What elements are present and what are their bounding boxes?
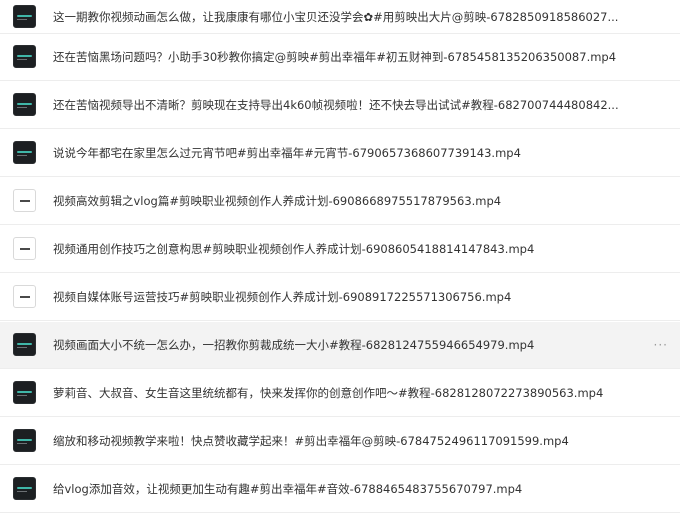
video-thumbnail — [13, 93, 36, 116]
file-row[interactable]: 这一期教你视频动画怎么做，让我康康有哪位小宝贝还没学会✿#用剪映出大片@剪映-6… — [0, 0, 680, 34]
file-name: 视频画面大小不统一怎么办，一招教你剪裁成统一大小#教程-682812475594… — [53, 338, 535, 352]
file-name: 这一期教你视频动画怎么做，让我康康有哪位小宝贝还没学会✿#用剪映出大片@剪映-6… — [53, 9, 619, 24]
file-row[interactable]: 说说今年都宅在家里怎么过元宵节吧#剪出幸福年#元宵节-6790657368607… — [0, 130, 680, 177]
file-name: 萝莉音、大叔音、女生音这里统统都有，快来发挥你的创意创作吧～#教程-682812… — [53, 386, 604, 400]
file-name: 还在苦恼黑场问题吗？小助手30秒教你搞定@剪映#剪出幸福年#初五财神到-6785… — [53, 50, 617, 64]
file-row[interactable]: 给vlog添加音效，让视频更加生动有趣#剪出幸福年#音效-67884654837… — [0, 466, 680, 513]
file-row[interactable]: 视频画面大小不统一怎么办，一招教你剪裁成统一大小#教程-682812475594… — [0, 322, 680, 369]
video-thumbnail — [13, 285, 36, 308]
video-thumbnail — [13, 333, 36, 356]
file-name: 缩放和移动视频教学来啦！快点赞收藏学起来！#剪出幸福年@剪映-678475249… — [53, 434, 569, 448]
video-thumbnail — [13, 189, 36, 212]
file-row[interactable]: 缩放和移动视频教学来啦！快点赞收藏学起来！#剪出幸福年@剪映-678475249… — [0, 418, 680, 465]
file-name: 说说今年都宅在家里怎么过元宵节吧#剪出幸福年#元宵节-6790657368607… — [53, 146, 521, 160]
more-options-icon[interactable]: ··· — [654, 338, 668, 352]
file-name: 给vlog添加音效，让视频更加生动有趣#剪出幸福年#音效-67884654837… — [53, 482, 523, 496]
file-name: 还在苦恼视频导出不清晰？剪映现在支持导出4k60帧视频啦！还不快去导出试试#教程… — [53, 98, 619, 112]
file-row[interactable]: 萝莉音、大叔音、女生音这里统统都有，快来发挥你的创意创作吧～#教程-682812… — [0, 370, 680, 417]
file-name: 视频通用创作技巧之创意构思#剪映职业视频创作人养成计划-690860541881… — [53, 242, 535, 256]
video-thumbnail — [13, 381, 36, 404]
file-row[interactable]: 视频通用创作技巧之创意构思#剪映职业视频创作人养成计划-690860541881… — [0, 226, 680, 273]
video-thumbnail — [13, 477, 36, 500]
file-list: 这一期教你视频动画怎么做，让我康康有哪位小宝贝还没学会✿#用剪映出大片@剪映-6… — [0, 0, 680, 513]
video-thumbnail — [13, 237, 36, 260]
file-name: 视频高效剪辑之vlog篇#剪映职业视频创作人养成计划-6908668975517… — [53, 194, 502, 208]
video-thumbnail — [13, 429, 36, 452]
file-row[interactable]: 视频高效剪辑之vlog篇#剪映职业视频创作人养成计划-6908668975517… — [0, 178, 680, 225]
file-name: 视频自媒体账号运营技巧#剪映职业视频创作人养成计划-69089172255713… — [53, 290, 512, 304]
file-row[interactable]: 还在苦恼视频导出不清晰？剪映现在支持导出4k60帧视频啦！还不快去导出试试#教程… — [0, 82, 680, 129]
video-thumbnail — [13, 45, 36, 68]
video-thumbnail — [13, 4, 36, 28]
file-row[interactable]: 还在苦恼黑场问题吗？小助手30秒教你搞定@剪映#剪出幸福年#初五财神到-6785… — [0, 34, 680, 81]
file-row[interactable]: 视频自媒体账号运营技巧#剪映职业视频创作人养成计划-69089172255713… — [0, 274, 680, 321]
video-thumbnail — [13, 141, 36, 164]
